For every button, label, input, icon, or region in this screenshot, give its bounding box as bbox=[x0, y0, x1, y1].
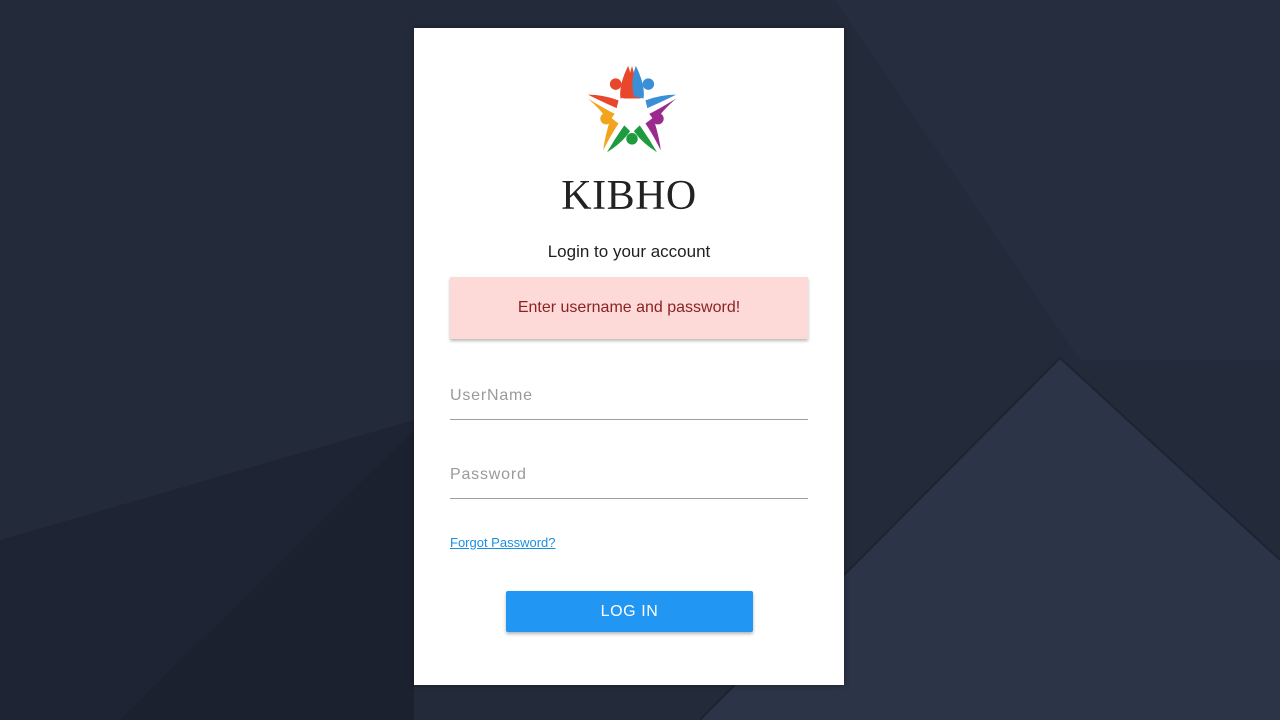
error-alert: Enter username and password! bbox=[450, 277, 808, 339]
password-input[interactable] bbox=[450, 456, 808, 498]
password-field bbox=[450, 456, 808, 499]
username-input[interactable] bbox=[450, 377, 808, 419]
login-subtitle: Login to your account bbox=[547, 242, 711, 261]
kibho-people-star-logo-icon bbox=[587, 65, 677, 153]
brand-name: KIBHO bbox=[561, 173, 697, 219]
username-field bbox=[450, 377, 808, 420]
login-button[interactable]: LOG IN bbox=[506, 591, 753, 632]
forgot-password-link[interactable]: Forgot Password? bbox=[450, 535, 556, 550]
error-alert-message: Enter username and password! bbox=[517, 299, 741, 316]
login-card: KIBHO Login to your account Enter userna… bbox=[414, 28, 844, 685]
